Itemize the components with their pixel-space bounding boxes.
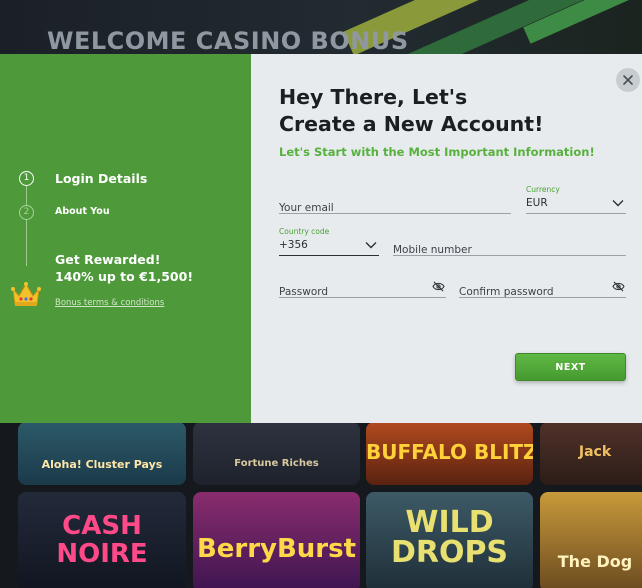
reward-text: Get Rewarded! 140% up to €1,500! (55, 251, 193, 285)
game-tile[interactable]: Fortune Riches (193, 422, 360, 485)
crown-icon (11, 282, 41, 306)
game-tile-name: Aloha! Cluster Pays (41, 458, 163, 471)
mobile-input[interactable] (393, 244, 626, 256)
eye-off-icon[interactable] (612, 281, 625, 292)
country-code-label: Country code (279, 227, 330, 236)
game-tile[interactable]: Jack (540, 422, 642, 485)
game-tile[interactable]: The Dog (540, 492, 642, 588)
currency-label: Currency (526, 185, 560, 194)
eye-off-icon[interactable] (432, 281, 445, 292)
game-tile-name: CASH NOIRE (56, 511, 148, 569)
password-field (279, 280, 446, 298)
form-heading-line-1: Hey There, Let's (279, 85, 468, 109)
country-code-select[interactable]: +356 (279, 238, 379, 256)
game-tile[interactable]: Aloha! Cluster Pays (18, 422, 186, 485)
game-tile[interactable]: BUFFALO BLITZ (366, 422, 533, 485)
game-tile[interactable]: BerryBurst (193, 492, 360, 588)
close-button[interactable] (616, 68, 640, 92)
game-tile[interactable]: WILD DROPS (366, 492, 533, 588)
password-input[interactable] (279, 286, 446, 298)
form-subheading: Let's Start with the Most Important Info… (279, 145, 595, 159)
country-code-value: +356 (279, 239, 308, 251)
bonus-terms-link[interactable]: Bonus terms & conditions (55, 298, 164, 308)
game-tile-name: WILD DROPS (390, 505, 509, 570)
form-heading-line-2: Create a New Account! (279, 112, 544, 136)
reward-line-1: Get Rewarded! (55, 252, 161, 267)
step-1-label: Login Details (55, 171, 148, 186)
currency-value: EUR (526, 197, 548, 209)
game-tile-name: Jack (578, 444, 612, 460)
mobile-field (393, 238, 626, 256)
step-2-indicator: 2 (19, 205, 34, 220)
confirm-password-input[interactable] (459, 286, 626, 298)
confirm-password-field (459, 280, 626, 298)
chevron-down-icon (365, 242, 377, 249)
chevron-down-icon (612, 200, 624, 207)
next-button[interactable]: NEXT (515, 353, 626, 381)
game-tile-name: BerryBurst (196, 534, 357, 564)
game-tile-name: BUFFALO BLITZ (366, 440, 533, 464)
reward-line-2: 140% up to €1,500! (55, 269, 194, 284)
email-input[interactable] (279, 202, 511, 214)
form-heading: Hey There, Let's Create a New Account! (279, 84, 543, 138)
steps-connector (26, 186, 27, 266)
step-2-label: About You (55, 206, 110, 217)
game-tile-name: Fortune Riches (234, 458, 319, 469)
game-tile-name: The Dog (557, 552, 633, 571)
promo-title: WELCOME CASINO BONUS (47, 27, 409, 55)
game-tile[interactable]: CASH NOIRE (18, 492, 186, 588)
email-field (279, 196, 511, 214)
modal-sidebar: 1 Login Details 2 About You Get Rewarded… (0, 54, 251, 423)
step-1-indicator: 1 (19, 171, 34, 186)
close-icon (623, 75, 633, 85)
currency-select[interactable]: EUR (526, 196, 626, 214)
